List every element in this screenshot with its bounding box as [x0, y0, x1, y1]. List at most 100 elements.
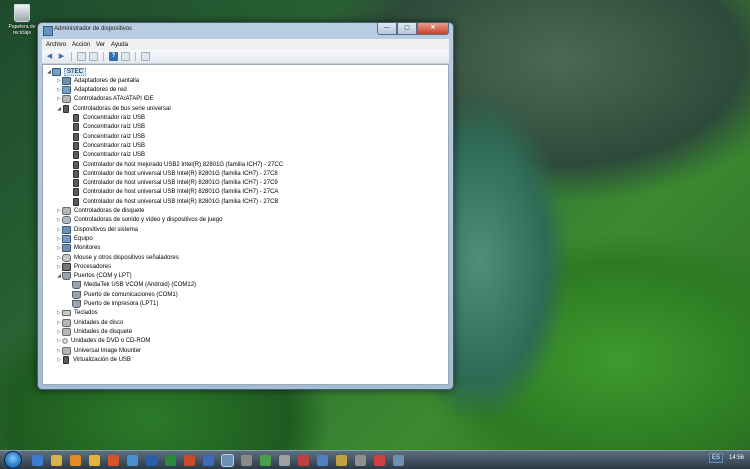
- tree-label: Unidades de DVD o CD-ROM: [71, 338, 151, 345]
- tree-label: Controladoras de sonido y vídeo y dispos…: [74, 217, 223, 224]
- processor-icon: [62, 262, 71, 271]
- app-icon[interactable]: [127, 454, 138, 466]
- tree-category[interactable]: ▷ Teclados: [56, 309, 98, 318]
- outlook-icon[interactable]: [203, 454, 214, 466]
- tree-category[interactable]: ▷ Procesadores: [56, 262, 111, 271]
- recycle-bin-icon: [14, 4, 30, 22]
- app-icon[interactable]: [279, 454, 290, 466]
- firefox-icon[interactable]: [108, 454, 119, 466]
- explorer-icon[interactable]: [51, 454, 62, 466]
- tree-category[interactable]: ▷ Adaptadores de pantalla: [56, 76, 139, 85]
- tree-label: Controladoras de disquete: [74, 208, 145, 214]
- app-icon[interactable]: [260, 454, 271, 466]
- tree-category[interactable]: ▷ Adaptadores de red: [56, 86, 127, 95]
- minimize-button[interactable]: —: [377, 23, 397, 35]
- forward-button[interactable]: ▶: [57, 52, 66, 61]
- powerpoint-icon[interactable]: [184, 454, 195, 466]
- app-icon[interactable]: [374, 454, 385, 466]
- app-icon[interactable]: [241, 454, 252, 466]
- menu-ayuda[interactable]: Ayuda: [111, 42, 128, 48]
- tree-label: Dispositivos del sistema: [74, 226, 139, 233]
- excel-icon[interactable]: [165, 454, 176, 466]
- tree-root[interactable]: ◢ STEC: [46, 67, 87, 76]
- tree-device[interactable]: Puerto de impresora (LPT1): [66, 300, 158, 309]
- tree-category[interactable]: ▷ Unidades de DVD o CD-ROM: [56, 337, 150, 346]
- tree-category[interactable]: ▷ Mouse y otros dispositivos señaladores: [56, 253, 179, 262]
- device-tree[interactable]: ◢ STEC ▷ Adaptadores de pantalla ▷ Adaptadore…: [42, 64, 449, 385]
- app-icon[interactable]: [298, 454, 309, 466]
- tree-category[interactable]: ▷ Controladoras de disquete: [56, 207, 144, 216]
- tree-label: Controladoras de bus serie universal: [73, 105, 171, 112]
- media-player-icon[interactable]: [70, 454, 81, 466]
- tree-device[interactable]: Concentrador raíz USB: [66, 151, 145, 160]
- tree-label: Mouse y otros dispositivos señaladores: [74, 254, 179, 261]
- tree-category[interactable]: ▷ Controladoras ATA/ATAPI IDE: [56, 95, 154, 104]
- app-icon[interactable]: [355, 454, 366, 466]
- clock[interactable]: 14:56: [729, 455, 744, 461]
- app-icon[interactable]: [393, 454, 404, 466]
- usb-icon: [63, 104, 69, 113]
- tree-category[interactable]: ▷ Dispositivos del sistema: [56, 225, 138, 234]
- device-manager-icon: [43, 26, 53, 36]
- desktop-recycle-bin[interactable]: Papelera de reciclaje: [6, 4, 38, 36]
- properties-button[interactable]: [77, 52, 86, 61]
- tree-device[interactable]: Concentrador raíz USB: [66, 123, 145, 132]
- title-bar[interactable]: Administrador de dispositivos — ▢ ✕: [38, 23, 453, 39]
- tree-device[interactable]: Concentrador raíz USB: [66, 132, 145, 141]
- tree-device[interactable]: Controlador de host mejorado USB2 Intel(…: [66, 160, 283, 169]
- tree-category[interactable]: ▷ Unidades de disco: [56, 318, 123, 327]
- tree-device[interactable]: Concentrador raíz USB: [66, 114, 145, 123]
- tree-category[interactable]: ▷ Virtualización de USB: [56, 355, 131, 364]
- tree-device[interactable]: Controlador de host universal USB Intel(…: [66, 169, 278, 178]
- drive-icon: [62, 327, 71, 336]
- word-icon[interactable]: [146, 454, 157, 466]
- menu-archivo[interactable]: Archivo: [46, 42, 66, 48]
- usb-icon: [73, 141, 79, 150]
- tree-category[interactable]: ▷ Controladoras de sonido y vídeo y dispo…: [56, 216, 222, 225]
- mouse-icon: [62, 253, 71, 262]
- tree-label: STEC: [64, 67, 87, 76]
- tree-label: Controlador de host universal USB Intel(…: [83, 198, 279, 205]
- scan-hardware-button[interactable]: [141, 52, 150, 61]
- usb-icon: [73, 160, 79, 169]
- language-indicator[interactable]: ES: [708, 453, 723, 463]
- close-button[interactable]: ✕: [417, 23, 449, 35]
- show-hide-tree-button[interactable]: [89, 52, 98, 61]
- app-icon[interactable]: [317, 454, 328, 466]
- tree-device[interactable]: MediaTek USB VCOM (Android) (COM12): [66, 281, 196, 290]
- tree-label: Controlador de host universal USB Intel(…: [83, 189, 279, 196]
- tree-device[interactable]: Controlador de host universal USB Intel(…: [66, 188, 278, 197]
- tree-label: Unidades de disquete: [74, 328, 133, 335]
- toolbar-separator: [103, 52, 104, 61]
- tree-device[interactable]: Controlador de host universal USB Intel(…: [66, 197, 278, 206]
- sound-icon: [62, 216, 71, 225]
- start-button[interactable]: [4, 451, 22, 469]
- ie-icon[interactable]: [32, 454, 43, 466]
- tree-device[interactable]: Controlador de host universal USB Intel(…: [66, 179, 278, 188]
- taskbar: ES 14:56: [0, 450, 750, 469]
- tree-device[interactable]: Puerto de comunicaciones (COM1): [66, 290, 178, 299]
- console-button[interactable]: [121, 52, 130, 61]
- tree-category[interactable]: ▷ Unidades de disquete: [56, 327, 132, 336]
- tree-category[interactable]: ◢ Controladoras de bus serie universal: [56, 104, 171, 113]
- tree-label: Universal Image Mounter: [74, 347, 142, 354]
- usb-icon: [73, 197, 79, 206]
- menu-ver[interactable]: Ver: [96, 42, 105, 48]
- tree-category[interactable]: ▷ Monitores: [56, 244, 100, 253]
- expand-arrow-icon[interactable]: ▷: [56, 357, 62, 363]
- tree-label: Adaptadores de pantalla: [74, 77, 140, 84]
- tree-category[interactable]: ◢ Puertos (COM y LPT): [56, 272, 132, 281]
- device-manager-icon[interactable]: [221, 453, 234, 467]
- menu-accion[interactable]: Acción: [72, 42, 90, 48]
- toolbar-separator: [135, 52, 136, 61]
- chrome-icon[interactable]: [89, 454, 100, 466]
- maximize-button[interactable]: ▢: [397, 23, 417, 35]
- help-button[interactable]: ?: [109, 52, 118, 61]
- tree-category[interactable]: ▷ Equipo: [56, 234, 93, 243]
- tree-category[interactable]: ▷ Universal Image Mounter: [56, 346, 141, 355]
- tree-label: MediaTek USB VCOM (Android) (COM12): [84, 282, 197, 289]
- tree-device[interactable]: Concentrador raíz USB: [66, 141, 145, 150]
- back-button[interactable]: ◀: [45, 52, 54, 61]
- collapse-arrow-icon[interactable]: ◢: [56, 106, 62, 112]
- app-icon[interactable]: [336, 454, 347, 466]
